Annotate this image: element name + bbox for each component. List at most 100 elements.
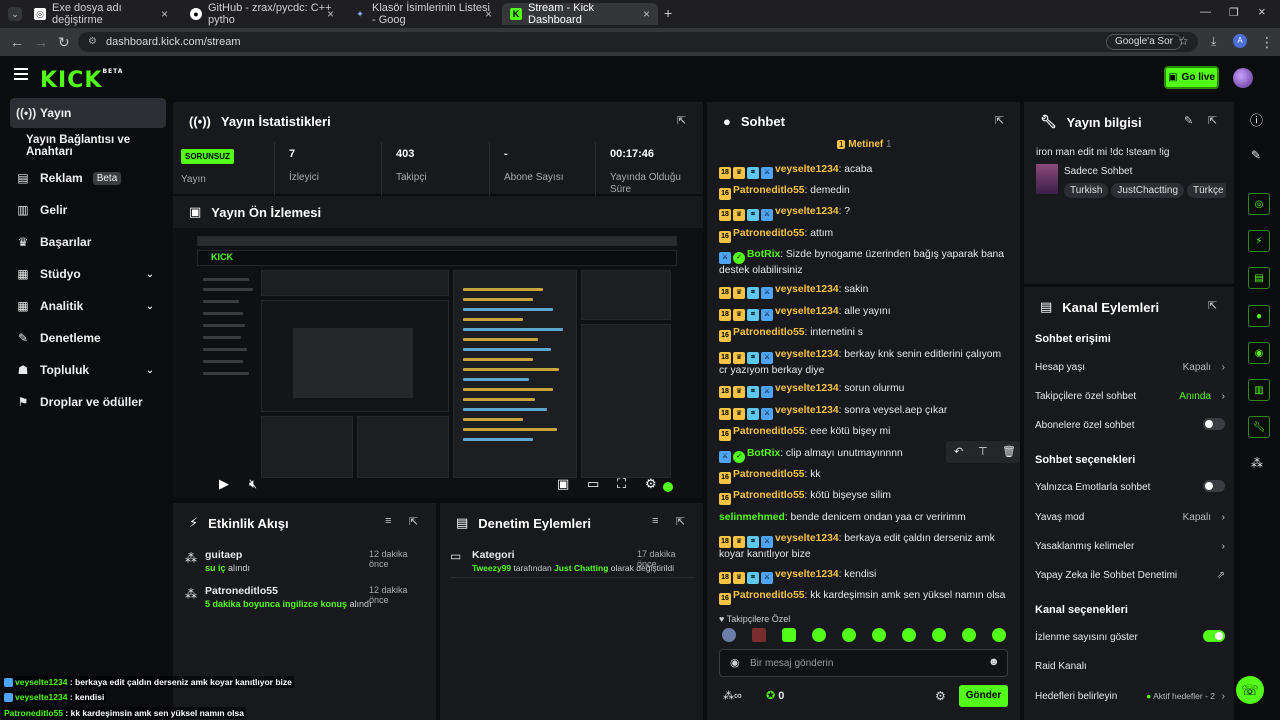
fullscreen-icon[interactable]: ⛶: [617, 476, 626, 492]
filter-icon[interactable]: ≡: [652, 515, 658, 527]
maximize-icon[interactable]: ❐: [1229, 6, 1239, 19]
chat-message[interactable]: 18 ♛ ⌗ ⚔ veyselte1234: sorun olurmu: [719, 382, 1009, 398]
sidebar-item-droplar[interactable]: ⚑ Droplar ve ödüller: [10, 387, 166, 417]
rewards-icon[interactable]: ⁂: [1251, 456, 1263, 470]
go-live-button[interactable]: ▣ Go live: [1164, 66, 1219, 89]
view-count-toggle[interactable]: [1203, 630, 1225, 642]
sidebar-item-reklam[interactable]: ▤ Reklam Beta: [10, 163, 166, 193]
new-tab-icon[interactable]: +: [664, 5, 672, 21]
close-icon[interactable]: ×: [643, 7, 650, 21]
chat-message[interactable]: 18 ♛ ⌗ ⚔ veyselte1234: berkay knk senin edit…: [719, 348, 1009, 378]
chat-message[interactable]: 18 ♛ ⌗ ⚔ veyselte1234: acaba: [719, 163, 1009, 179]
tab-kick[interactable]: K Stream - Kick Dashboard ×: [502, 2, 658, 26]
sidebar-item-analitik[interactable]: ▦ Analitik ⌄: [10, 291, 166, 321]
emote-icon[interactable]: [812, 628, 826, 642]
emote-icon[interactable]: [962, 628, 976, 642]
info-icon[interactable]: ⓘ: [1250, 110, 1263, 129]
chat-message[interactable]: selinmehmed: bende denicem ondan yaa cr …: [719, 511, 1009, 525]
sidebar-item-denetleme[interactable]: ✎ Denetleme: [10, 323, 166, 353]
close-icon[interactable]: ×: [161, 7, 168, 21]
emote-icon[interactable]: [782, 628, 796, 642]
popout-icon[interactable]: ⇱: [409, 515, 418, 528]
theater-icon[interactable]: ▭: [587, 476, 599, 492]
tag-chip[interactable]: Türkçe: [1187, 183, 1226, 198]
chat-input[interactable]: ◉ Bir mesaj gönderin ☻: [719, 649, 1008, 677]
chat-message[interactable]: 16 Patroneditlo55: internetini s: [719, 326, 1009, 342]
row-account-age[interactable]: Hesap yaşı Kapalı ›: [1035, 362, 1225, 373]
rail-lightning-icon[interactable]: ⚡: [1248, 230, 1270, 252]
sidebar-item-yayin[interactable]: ((•)) Yayın: [10, 98, 166, 128]
chat-message[interactable]: ⚔ ✓ BotRix: Sizde bynogame üzerinden bağış…: [719, 248, 1009, 278]
url-field[interactable]: ⚙ dashboard.kick.com/stream Google'a Sor: [78, 32, 1198, 52]
filter-icon[interactable]: ≡: [385, 515, 391, 527]
minimize-icon[interactable]: —: [1200, 6, 1211, 18]
emote-icon[interactable]: [752, 628, 766, 642]
emote-icon[interactable]: [722, 628, 736, 642]
close-icon[interactable]: ×: [485, 7, 492, 21]
hamburger-icon[interactable]: [14, 68, 28, 80]
reply-icon[interactable]: ↶: [954, 445, 963, 458]
chat-message[interactable]: 16 Patroneditlo55: attım: [719, 227, 1009, 243]
chat-message[interactable]: 16 Patroneditlo55: kötü bişeyse silim: [719, 489, 1009, 505]
popout-icon[interactable]: ⇱: [677, 114, 686, 127]
settings-icon[interactable]: ⚙: [645, 476, 657, 492]
row-goals[interactable]: Hedefleri belirleyin ● Aktif hedefler - 2…: [1035, 691, 1225, 702]
chat-message[interactable]: 16 Patroneditlo55: eee kötü bişey mi: [719, 425, 1009, 441]
tag-chip[interactable]: Turkish: [1064, 183, 1109, 198]
row-banned-words[interactable]: Yasaklanmış kelimeler ›: [1035, 541, 1225, 552]
settings-icon[interactable]: ⚙: [935, 689, 946, 703]
chat-message[interactable]: 18 ♛ ⌗ ⚔ veyselte1234: kendisi: [719, 568, 1009, 584]
sidebar-item-stream-key[interactable]: Yayın Bağlantısı ve Anahtarı: [20, 131, 176, 161]
support-icon[interactable]: ☏: [1236, 676, 1264, 704]
emote-icon[interactable]: [902, 628, 916, 642]
popout-icon[interactable]: ⇱: [1208, 299, 1217, 312]
emoji-icon[interactable]: ☻: [988, 656, 1000, 668]
tag-chip[interactable]: JustChactting: [1111, 183, 1185, 198]
popout-icon[interactable]: ⇱: [1208, 114, 1217, 127]
avatar[interactable]: [1233, 68, 1253, 88]
popout-icon[interactable]: ⇱: [676, 515, 685, 528]
bookmark-icon[interactable]: ☆: [1178, 34, 1189, 48]
row-slow-mode[interactable]: Yavaş mod Kapalı ›: [1035, 512, 1225, 523]
row-raid[interactable]: Raid Kanalı: [1035, 661, 1225, 672]
google-ask-button[interactable]: Google'a Sor: [1105, 34, 1182, 50]
trash-icon[interactable]: 🗑︎: [1002, 445, 1016, 458]
menu-icon[interactable]: ⋮: [1260, 34, 1274, 51]
download-icon[interactable]: ⤓: [1211, 34, 1216, 49]
emote-icon[interactable]: [932, 628, 946, 642]
emote-icon[interactable]: [992, 628, 1006, 642]
sidebar-item-studyo[interactable]: ▦ Stüdyo ⌄: [10, 259, 166, 289]
chat-message[interactable]: 18 ♛ ⌗ ⚔ veyselte1234: berkaya edit çaldın d…: [719, 532, 1009, 562]
edit-icon[interactable]: ✎: [1184, 114, 1193, 127]
popout-icon[interactable]: ⇱: [995, 114, 1004, 127]
rail-broadcast-icon[interactable]: ◉: [1248, 342, 1270, 364]
tab-search-icon[interactable]: ⌄: [8, 7, 22, 21]
tab-github[interactable]: ● GitHub - zrax/pycdc: C++ pytho ×: [182, 2, 342, 26]
community-points-icon[interactable]: ⁂∞: [723, 689, 742, 702]
rail-screenshot-icon[interactable]: ◎: [1248, 193, 1270, 215]
emote-icon[interactable]: [842, 628, 856, 642]
profile-icon[interactable]: A: [1233, 34, 1247, 48]
pip-icon[interactable]: ▣: [557, 476, 569, 492]
chat-message[interactable]: 18 ♛ ⌗ ⚔ veyselte1234: ?: [719, 205, 1009, 221]
sidebar-item-gelir[interactable]: ▥ Gelir: [10, 195, 166, 225]
chat-message[interactable]: 16 Patroneditlo55: demedin: [719, 184, 1009, 200]
chat-message[interactable]: 18 ♛ ⌗ ⚔ veyselte1234: sakin: [719, 283, 1009, 299]
mute-icon[interactable]: 🔇︎: [249, 476, 257, 492]
window-close-icon[interactable]: ×: [1258, 4, 1266, 19]
rail-wrench-icon[interactable]: 🔧︎: [1248, 416, 1270, 438]
chat-message[interactable]: 16 Patroneditlo55: kk kardeşimsin amk sen…: [719, 589, 1009, 605]
row-followers-only[interactable]: Takipçilere özel sohbet Anında ›: [1035, 391, 1225, 402]
chat-message[interactable]: 18 ♛ ⌗ ⚔ veyselte1234: alle yayını: [719, 305, 1009, 321]
site-info-icon[interactable]: ⚙: [88, 32, 97, 52]
pin-icon[interactable]: ⊤: [978, 445, 988, 458]
reload-icon[interactable]: ↻: [58, 34, 70, 51]
pinned-leader[interactable]: 1 Metinef 1: [837, 139, 892, 150]
rail-chat-icon[interactable]: ●: [1248, 305, 1270, 327]
rail-moderation-icon[interactable]: ▤: [1248, 267, 1270, 289]
close-icon[interactable]: ×: [327, 7, 334, 21]
sidebar-item-basarilar[interactable]: ♛ Başarılar: [10, 227, 166, 257]
tab-exe[interactable]: ◎ Exe dosya adı değiştirme ×: [26, 2, 176, 26]
play-icon[interactable]: ▶: [219, 476, 229, 492]
forward-icon[interactable]: →: [34, 34, 48, 50]
